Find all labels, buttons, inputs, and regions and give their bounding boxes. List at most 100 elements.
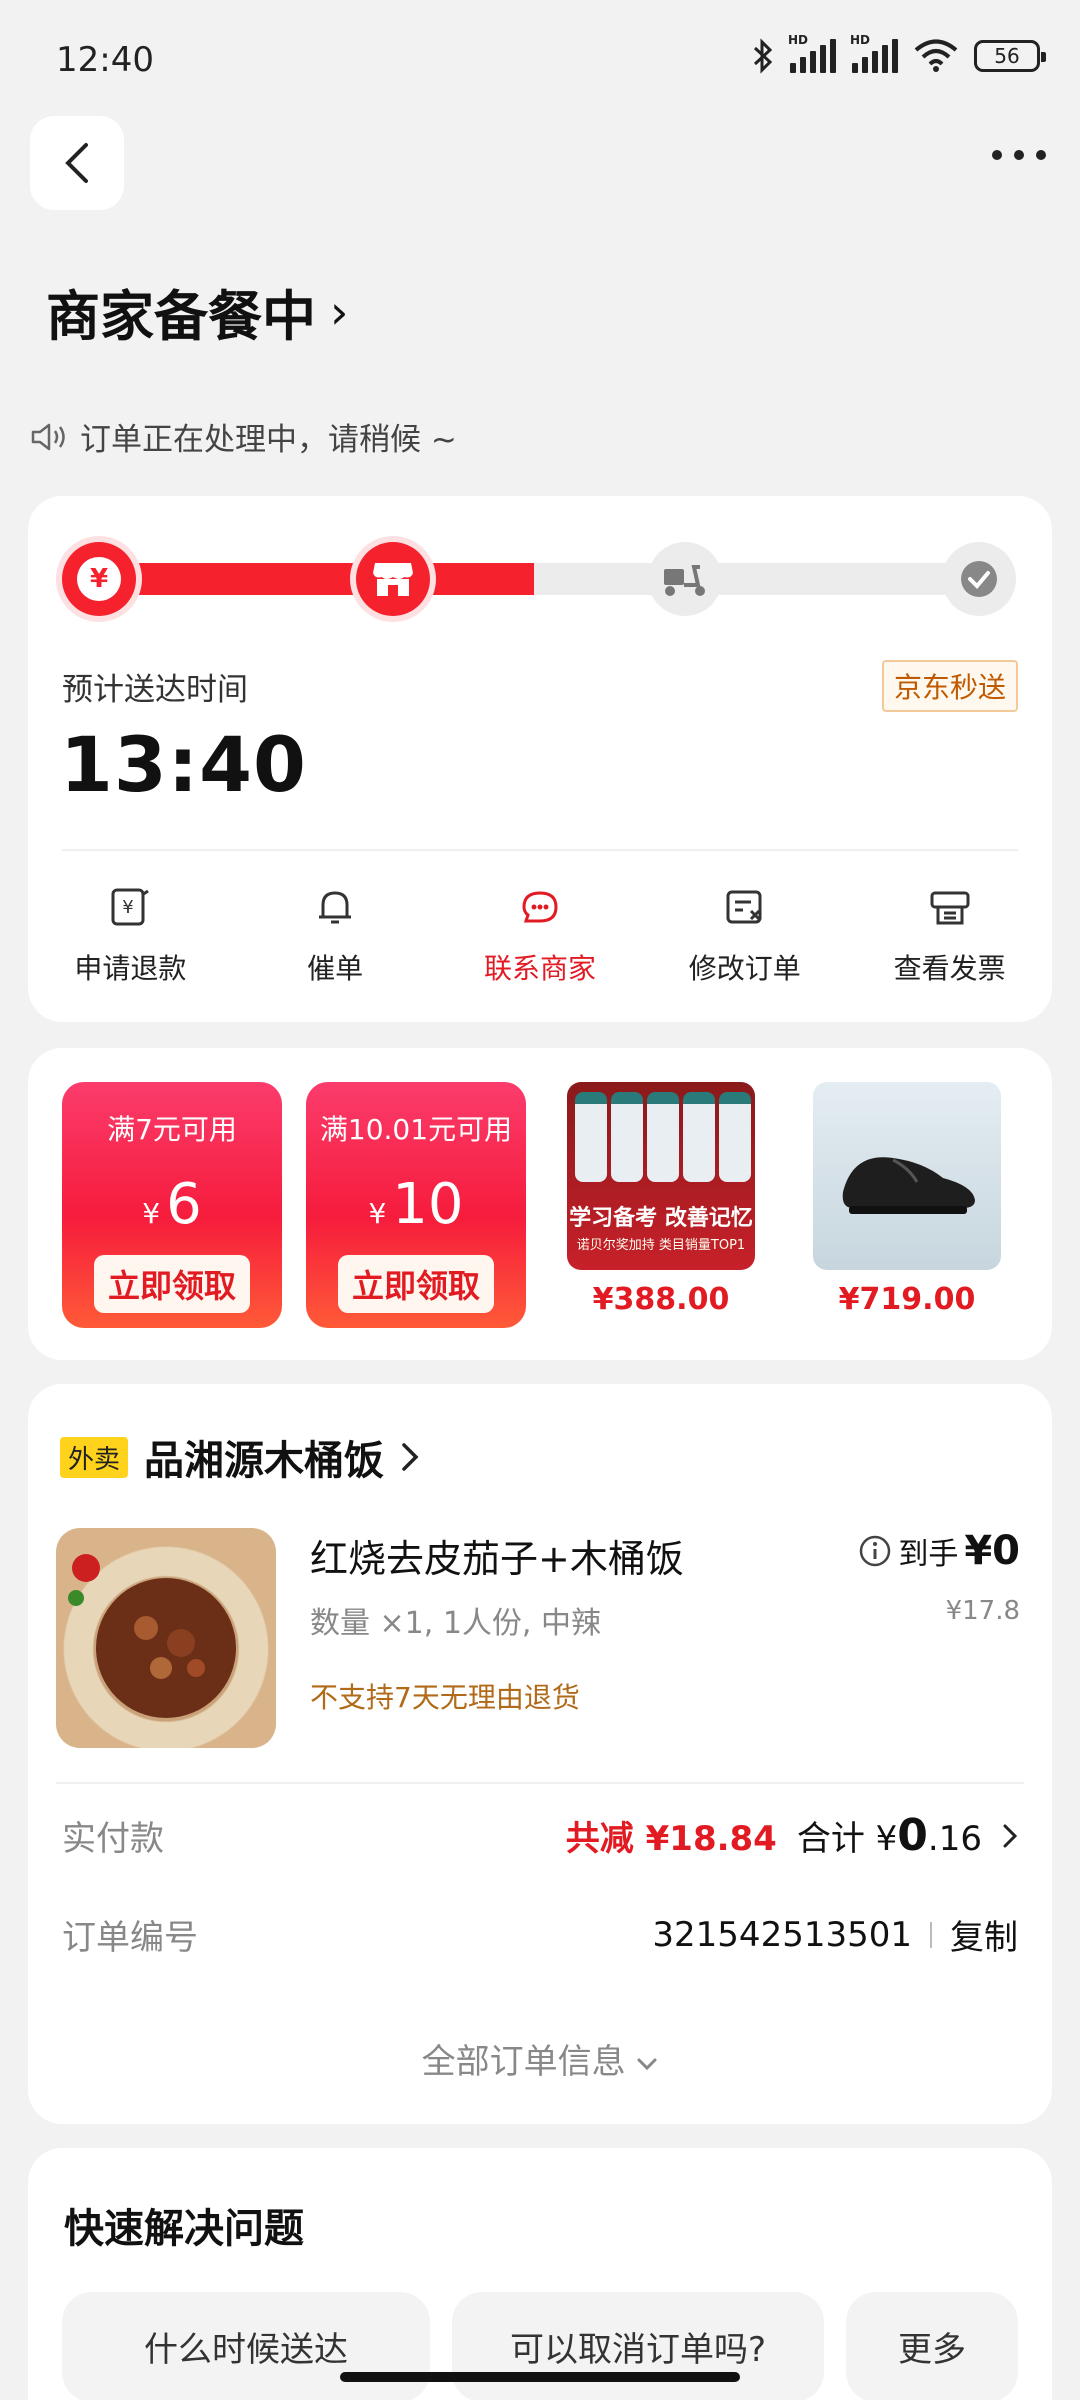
back-arrow-icon — [65, 143, 88, 183]
home-indicator[interactable] — [340, 2372, 740, 2382]
coupon-currency: ¥ — [142, 1197, 161, 1230]
signal-icon-2: HD — [850, 33, 898, 73]
received-label: 到手 — [898, 1537, 959, 1572]
product-dha[interactable]: 学习备考 改善记忆 诺贝尔奖加持 类目销量TOP1 ¥388.00 — [550, 1082, 772, 1328]
order-card — [28, 1384, 1052, 2124]
shoe-icon — [842, 1157, 975, 1214]
speaker-icon — [31, 423, 65, 450]
chevron-right-icon — [1003, 1824, 1018, 1847]
payment-row[interactable]: 实付款 共减 ¥18.84 合计 ¥0.16 — [62, 1810, 1018, 1861]
contact-merchant-button[interactable]: 联系商家 — [450, 885, 630, 987]
battery-icon: 56 — [974, 40, 1046, 72]
bell-icon — [319, 891, 352, 924]
modify-order-label: 修改订单 — [688, 952, 801, 985]
dish-image[interactable] — [56, 1528, 276, 1748]
contact-merchant-label: 联系商家 — [483, 952, 596, 985]
product-image — [813, 1082, 1001, 1270]
discount-amount: 共减 ¥18.84 — [565, 1819, 777, 1859]
received-price[interactable]: 到手 ¥0 — [858, 1528, 1020, 1574]
product-image: 学习备考 改善记忆 诺贝尔奖加持 类目销量TOP1 — [567, 1082, 755, 1270]
dish-graphic — [68, 1554, 236, 1718]
refund-icon: ¥ — [111, 888, 150, 926]
claim-coupon-button[interactable]: 立即领取 — [337, 1255, 494, 1313]
dish-name: 红烧去皮茄子+木桶饭 — [310, 1537, 684, 1581]
notice-text: 订单正在处理中，请稍候 ~ — [80, 422, 457, 458]
info-icon — [860, 1535, 891, 1567]
modify-order-button[interactable]: 修改订单 — [655, 885, 835, 987]
chevron-right-icon: › — [330, 284, 349, 339]
status-icons: HD HD 56 — [752, 33, 1046, 74]
product-image-subcaption: 诺贝尔奖加持 类目销量TOP1 — [576, 1238, 746, 1253]
store-name: 品湘源木桶饭 — [144, 1438, 385, 1484]
refund-button[interactable]: ¥ 申请退款 — [40, 885, 220, 987]
return-policy-note: 不支持7天无理由退货 — [310, 1681, 580, 1714]
total-dec: .16 — [927, 1819, 982, 1859]
store-icon — [373, 563, 413, 596]
faq-chip-cancel-order[interactable]: 可以取消订单吗? — [452, 2292, 824, 2400]
signal-icon: HD — [788, 33, 836, 73]
action-bar: ¥ 申请退款 催单 联系商家 修改订单 查看发票 — [28, 885, 1052, 987]
separator — [930, 1921, 932, 1948]
coupon-currency: ¥ — [368, 1197, 387, 1230]
step-store — [356, 542, 430, 616]
takeaway-badge: 外卖 — [60, 1436, 129, 1478]
product-shoe[interactable]: ¥719.00 — [796, 1082, 1018, 1328]
original-price: ¥17.8 — [945, 1596, 1020, 1626]
coupon-value: 10 — [392, 1172, 464, 1237]
copy-button[interactable]: 复制 — [950, 1910, 1018, 1959]
hd-label: HD — [788, 33, 809, 47]
page-title[interactable]: 商家备餐中 › — [46, 272, 348, 351]
dish-meta: 数量 ×1, 1人份, 中辣 — [310, 1606, 601, 1641]
store-header[interactable]: 外卖 品湘源木桶饭 — [60, 1428, 420, 1486]
eta-time: 13:40 — [60, 720, 307, 809]
view-invoice-button[interactable]: 查看发票 — [860, 885, 1040, 987]
page-title-text: 商家备餐中 — [46, 285, 316, 348]
faq-title: 快速解决问题 — [64, 2206, 304, 2252]
coupon-amount: ¥6 — [142, 1172, 201, 1237]
notice-bar: 订单正在处理中，请稍候 ~ — [30, 414, 457, 459]
scooter-icon — [664, 565, 705, 596]
chevron-down-icon — [637, 2058, 657, 2071]
claim-coupon-button[interactable]: 立即领取 — [93, 1255, 250, 1313]
edit-order-icon — [726, 890, 762, 924]
hd-label-2: HD — [850, 33, 871, 47]
step-payment: ¥ — [62, 542, 136, 616]
coupon-amount: ¥10 — [368, 1172, 463, 1237]
divider — [62, 849, 1018, 851]
coupon-card[interactable]: 满7元可用 ¥6 立即领取 — [62, 1082, 282, 1328]
divider — [56, 1782, 1024, 1784]
faq-chip-more[interactable]: 更多 — [846, 2292, 1018, 2400]
svg-text:¥: ¥ — [123, 897, 134, 918]
order-number-group: 321542513501 复制 — [652, 1910, 1018, 1959]
more-options-button[interactable] — [992, 150, 1046, 160]
progress-tracker: ¥ — [62, 542, 1018, 616]
bottles-graphic — [575, 1092, 751, 1182]
wifi-icon — [914, 39, 958, 72]
payment-summary: 共减 ¥18.84 合计 ¥0.16 — [566, 1810, 1018, 1861]
chat-icon — [522, 891, 558, 923]
refund-label: 申请退款 — [74, 952, 187, 985]
promo-row: 满7元可用 ¥6 立即领取 满10.01元可用 ¥10 立即领取 学习备考 改善… — [62, 1082, 1018, 1328]
invoice-icon — [930, 891, 970, 925]
order-number-row: 订单编号 321542513501 复制 — [62, 1910, 1018, 1959]
all-order-info-label: 全部订单信息 — [421, 2042, 626, 2082]
paid-label: 实付款 — [62, 1819, 164, 1859]
total-label: 合计 ¥ — [796, 1819, 898, 1859]
check-circle-icon — [961, 561, 997, 597]
delivery-badge: 京东秒送 — [881, 660, 1018, 712]
order-number-label: 订单编号 — [62, 1918, 198, 1958]
battery-level: 56 — [994, 44, 1020, 68]
urge-button[interactable]: 催单 — [245, 885, 425, 987]
coupon-condition: 满10.01元可用 — [319, 1113, 513, 1146]
product-price: ¥719.00 — [838, 1282, 976, 1317]
status-time: 12:40 — [56, 40, 154, 80]
view-invoice-label: 查看发票 — [893, 952, 1006, 985]
all-order-info-button[interactable]: 全部订单信息 — [0, 2034, 1080, 2083]
back-button[interactable] — [30, 116, 124, 210]
faq-chip-delivery-time[interactable]: 什么时候送达 — [62, 2292, 430, 2400]
chevron-right-icon — [402, 1443, 419, 1471]
coupon-card[interactable]: 满10.01元可用 ¥10 立即领取 — [306, 1082, 526, 1328]
product-image-caption: 学习备考 改善记忆 — [569, 1206, 753, 1231]
total-int: 0 — [897, 1810, 928, 1861]
progress-fill — [92, 563, 534, 595]
